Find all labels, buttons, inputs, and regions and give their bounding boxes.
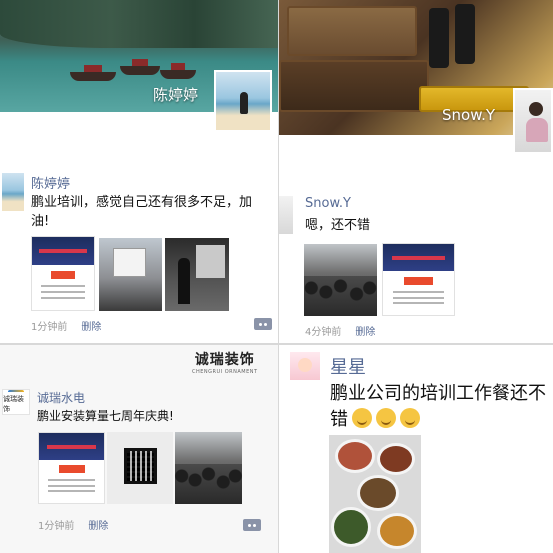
post-text: 嗯，还不错 [305,218,371,233]
post-meta: 4分钟前 删除 [305,323,375,338]
post-text: 鹏业培训，感觉自己还有很多不足，加油! [31,195,253,229]
author-avatar[interactable] [2,173,24,211]
cover-photo[interactable] [279,0,553,135]
laugh-emoji-icon [352,408,372,428]
training-photo[interactable] [175,432,242,504]
author-avatar[interactable] [290,352,320,380]
delete-link[interactable]: 删除 [355,327,375,338]
boat [160,63,196,79]
poster-thumbnail[interactable] [31,236,95,311]
author-name[interactable]: 星星 [330,353,366,379]
author-avatar[interactable] [279,196,293,234]
panel-divider-vertical [278,0,279,553]
post-meta: 1分钟前 删除 [38,517,108,532]
moment-panel-snow: Snow.Y Snow.Y 嗯，还不错 4分钟前 删除 [279,0,553,343]
profile-avatar[interactable] [513,88,553,154]
panel-divider-horizontal [0,343,553,345]
avatar-logo-text: 诚瑞装饰 [3,395,24,413]
meal-photo[interactable] [329,435,421,553]
suitcase [279,60,429,112]
boat [120,59,160,75]
person-figure [239,92,248,115]
more-icon[interactable] [254,318,272,330]
cliff-scenery [0,0,278,48]
post-text: 鹏业安装算量七周年庆典! [37,409,174,423]
laugh-emoji-icon [376,408,396,428]
delete-link[interactable]: 删除 [88,521,108,532]
delete-link[interactable]: 删除 [81,322,101,333]
poster-thumbnail[interactable] [38,432,105,504]
moment-panel-chengrui: 诚瑞装饰 CHENGRUI ORNAMENT 诚瑞装饰 诚瑞水电 鹏业安装算量七… [0,345,278,553]
cover-name[interactable]: 陈婷婷 [153,84,198,105]
moment-panel-chen: 陈婷婷 陈婷婷 鹏业培训，感觉自己还有很多不足，加油! 1分钟前 删除 [0,0,278,343]
author-name[interactable]: Snow.Y [305,196,351,211]
author-name[interactable]: 陈婷婷 [31,173,70,192]
profile-avatar[interactable] [214,70,272,132]
post-time: 1分钟前 [31,322,68,333]
brand-logo-title: 诚瑞装饰 [194,352,255,368]
laugh-emoji-icon [400,408,420,428]
brand-logo-subtitle: CHENGRUI ORNAMENT [192,369,258,375]
poster-thumbnail[interactable] [382,243,455,316]
brand-logo: 诚瑞装饰 CHENGRUI ORNAMENT [192,349,258,375]
classroom-photo[interactable] [99,238,162,311]
lecture-photo[interactable] [165,238,229,311]
training-photo[interactable] [304,244,377,316]
boat [70,65,116,81]
more-icon[interactable] [243,519,261,531]
post-time: 1分钟前 [38,521,75,532]
cover-name[interactable]: Snow.Y [442,106,495,124]
post-meta: 1分钟前 删除 [31,318,101,333]
post-time: 4分钟前 [305,327,342,338]
author-name[interactable]: 诚瑞水电 [37,389,85,406]
moment-panel-xingxing: 星星 鹏业公司的培训工作餐还不错 [279,345,553,553]
author-avatar[interactable]: 诚瑞装饰 [2,389,30,415]
leg [429,8,449,68]
logo-mark [8,390,24,392]
qr-code-photo[interactable] [107,432,173,504]
post-text: 鹏业公司的培训工作餐还不错 [330,381,550,433]
suitcase [287,6,417,56]
leg [455,4,475,64]
